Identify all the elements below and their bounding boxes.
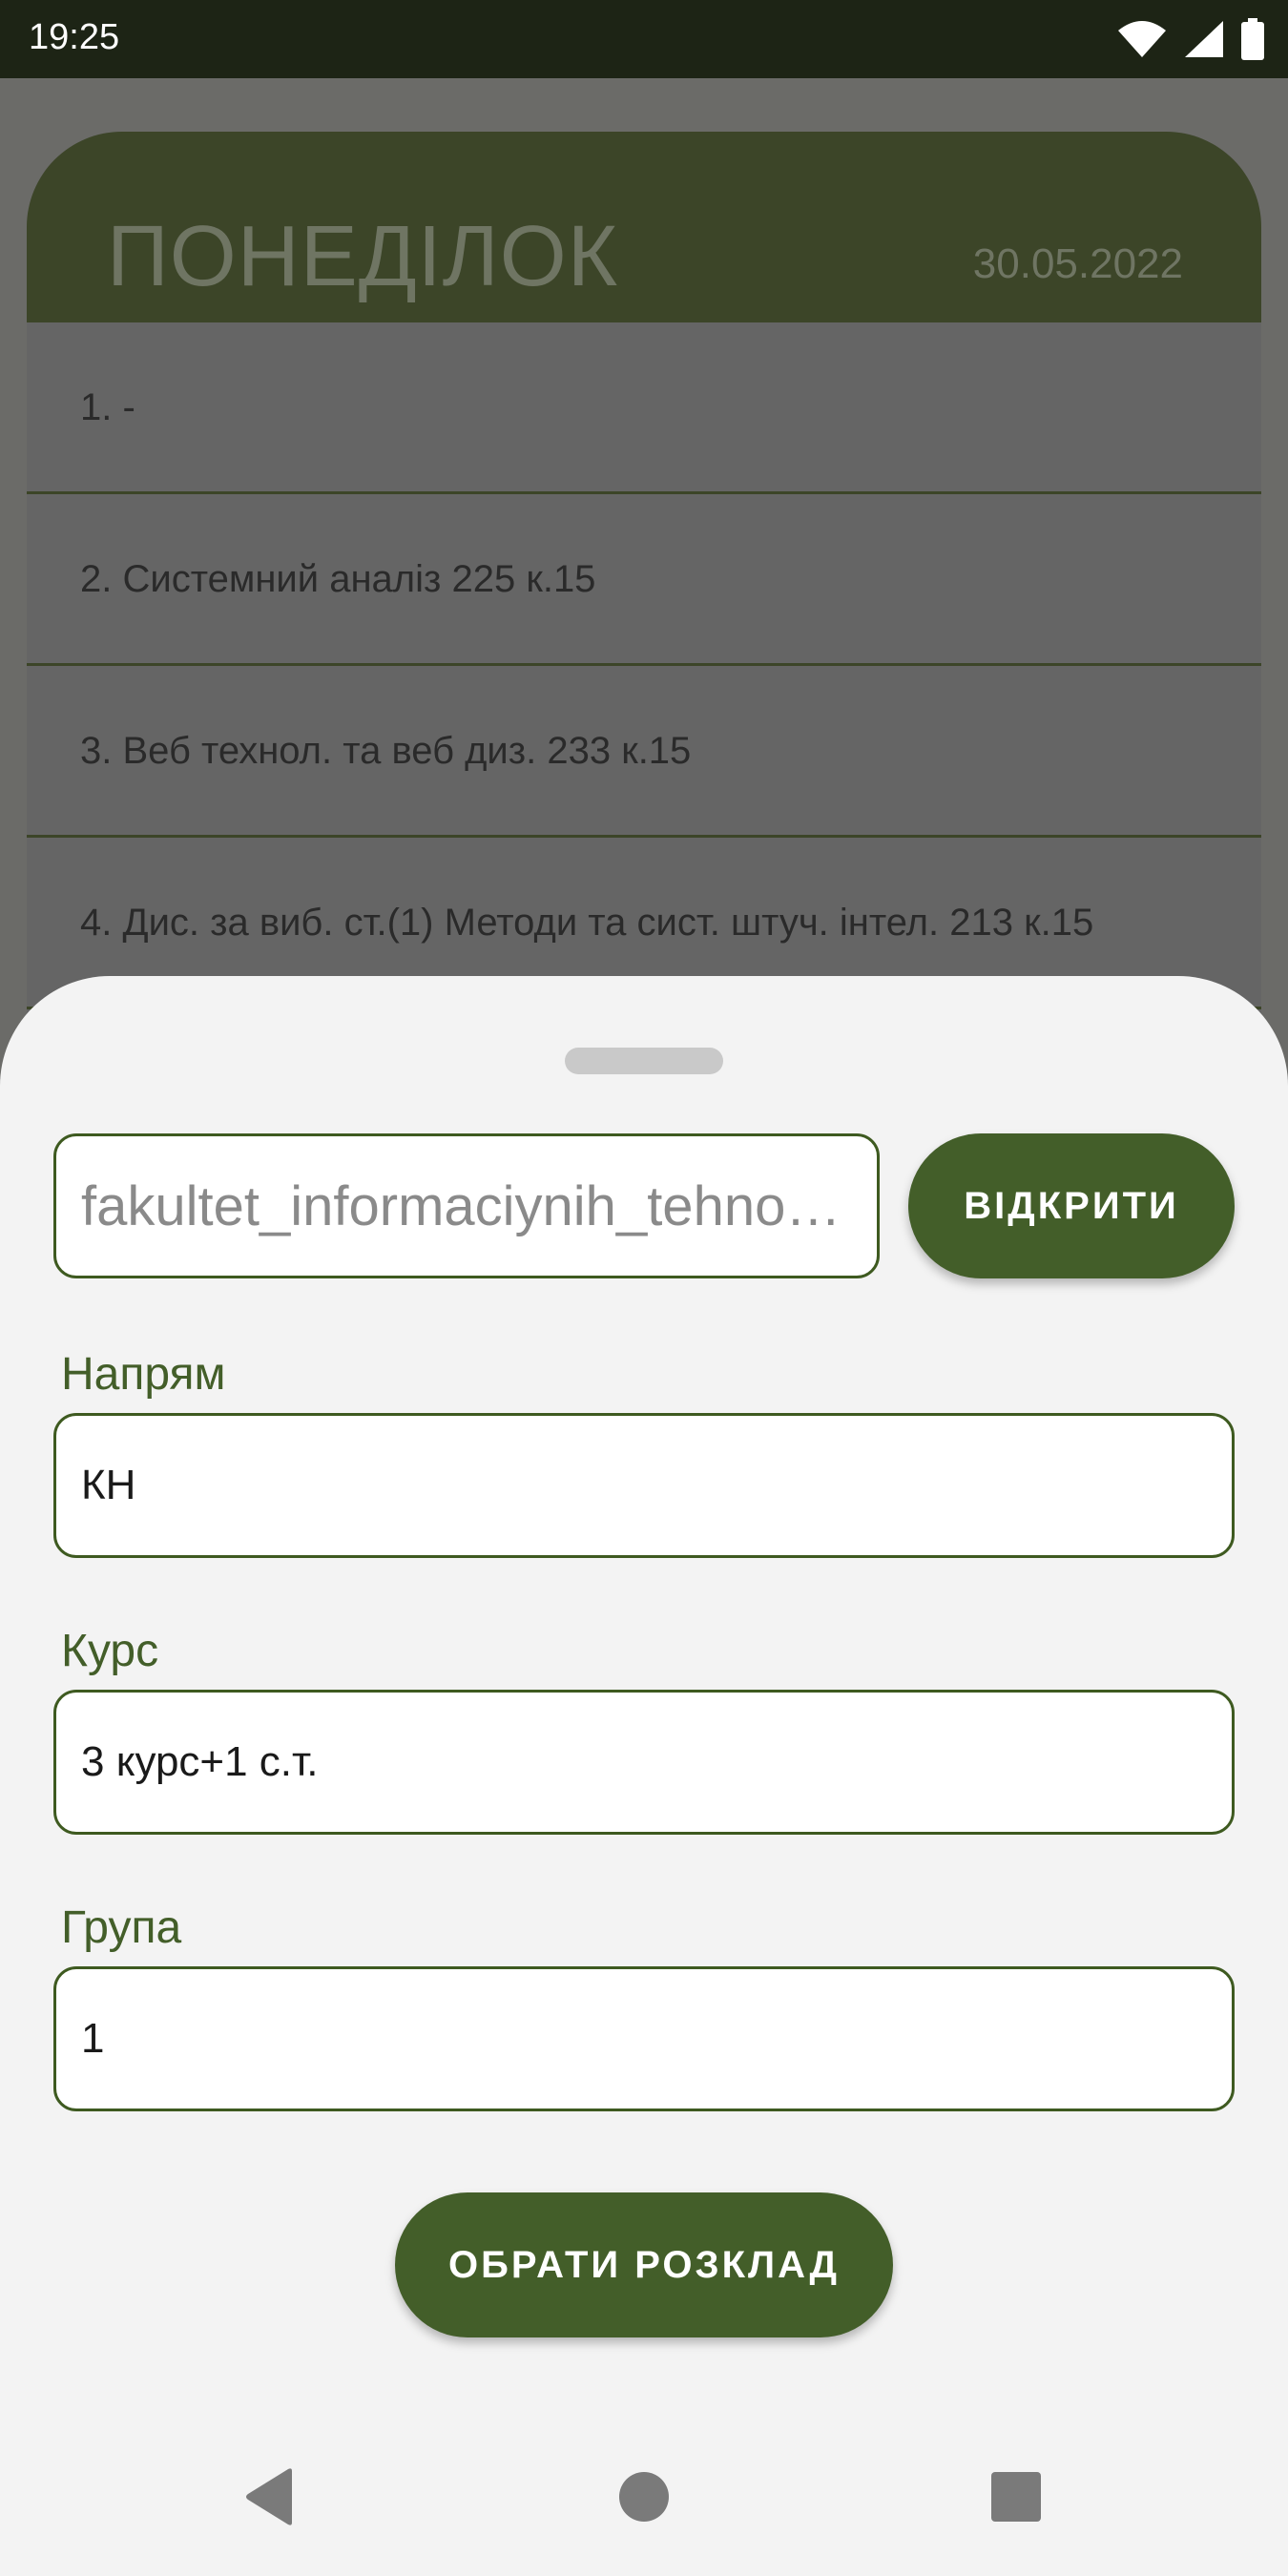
bottom-sheet: fakultet_informaciynih_tehnologiy ВІДКРИ… bbox=[0, 976, 1288, 2576]
group-field[interactable]: 1 bbox=[53, 1966, 1235, 2111]
lesson-text: 3. Веб технол. та веб диз. 233 к.15 bbox=[80, 729, 692, 772]
lesson-list: 1. - 2. Системний аналіз 225 к.15 3. Веб… bbox=[27, 322, 1261, 1009]
select-schedule-button[interactable]: ОБРАТИ РОЗКЛАД bbox=[395, 2192, 893, 2337]
group-label: Група bbox=[61, 1902, 182, 1953]
lesson-row: 3. Веб технол. та веб диз. 233 к.15 bbox=[27, 666, 1261, 838]
recents-icon[interactable] bbox=[990, 2471, 1042, 2527]
faculty-url-value: fakultet_informaciynih_tehnologiy bbox=[81, 1174, 852, 1237]
open-button[interactable]: ВІДКРИТИ bbox=[908, 1133, 1235, 1278]
direction-label: Напрям bbox=[61, 1349, 226, 1400]
course-value: 3 курс+1 с.т. bbox=[81, 1738, 319, 1785]
group-value: 1 bbox=[81, 2015, 105, 2062]
lesson-text: 2. Системний аналіз 225 к.15 bbox=[80, 557, 596, 600]
lesson-text: 4. Дис. за виб. ст.(1) Методи та сист. ш… bbox=[80, 901, 1094, 944]
lesson-row: 1. - bbox=[27, 322, 1261, 494]
navigation-bar bbox=[0, 2433, 1288, 2576]
day-date: 30.05.2022 bbox=[972, 240, 1183, 287]
lesson-text: 1. - bbox=[80, 385, 135, 428]
home-icon[interactable] bbox=[618, 2471, 670, 2527]
day-header: ПОНЕДІЛОК 30.05.2022 bbox=[27, 132, 1261, 322]
day-title: ПОНЕДІЛОК bbox=[107, 209, 619, 304]
app-screen: 19:25 ПОНЕДІЛОК 30.05.2022 1. - 2. Систе… bbox=[0, 0, 1288, 2576]
battery-icon bbox=[1240, 18, 1265, 60]
lesson-row: 2. Системний аналіз 225 к.15 bbox=[27, 494, 1261, 666]
direction-field[interactable]: КН bbox=[53, 1413, 1235, 1558]
faculty-url-input[interactable]: fakultet_informaciynih_tehnologiy bbox=[53, 1133, 880, 1278]
day-schedule-card: ПОНЕДІЛОК 30.05.2022 1. - 2. Системний а… bbox=[27, 132, 1261, 1086]
direction-value: КН bbox=[81, 1462, 136, 1508]
wifi-icon bbox=[1116, 19, 1168, 59]
drag-handle[interactable] bbox=[565, 1048, 723, 1074]
status-time: 19:25 bbox=[29, 17, 120, 57]
course-label: Курс bbox=[61, 1626, 159, 1676]
status-bar: 19:25 bbox=[0, 0, 1288, 78]
back-icon[interactable] bbox=[242, 2467, 296, 2531]
status-icons bbox=[1116, 17, 1265, 61]
course-field[interactable]: 3 курс+1 с.т. bbox=[53, 1690, 1235, 1835]
cell-signal-icon bbox=[1183, 19, 1225, 59]
